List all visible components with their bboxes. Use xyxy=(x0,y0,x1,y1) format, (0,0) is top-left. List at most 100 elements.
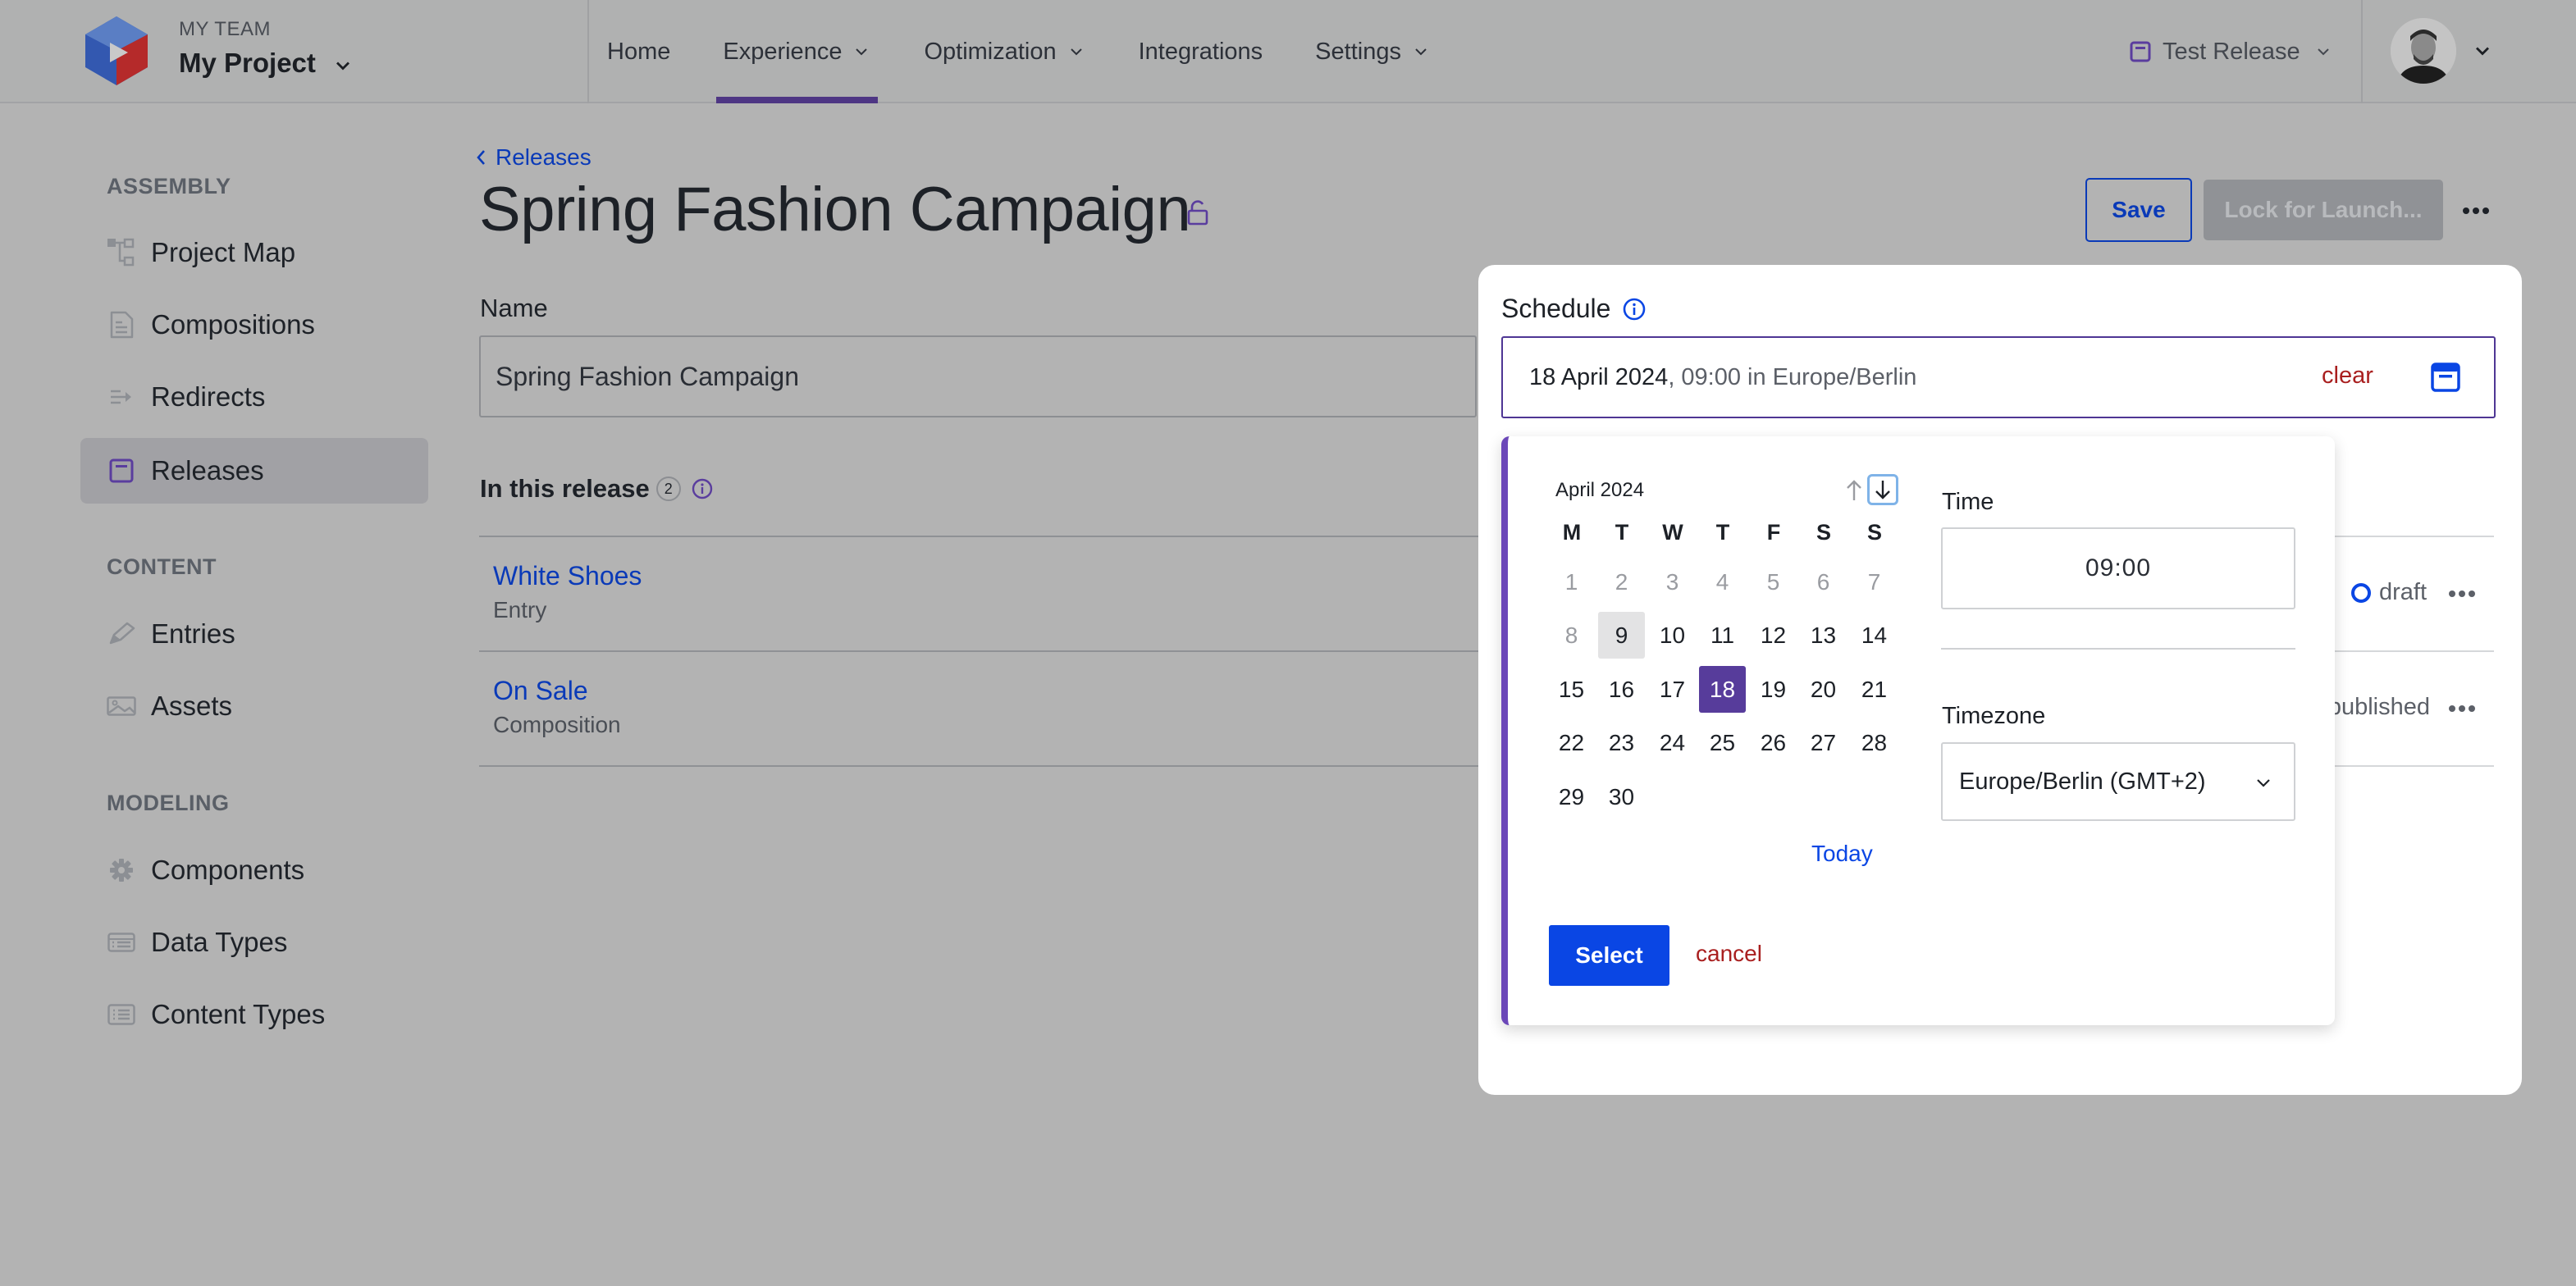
weekday-label: T xyxy=(1715,520,1730,545)
release-picker[interactable]: Test Release xyxy=(2130,33,2333,71)
project-switcher[interactable]: My Project xyxy=(179,48,316,79)
calendar-day[interactable]: 26 xyxy=(1750,719,1797,766)
user-avatar-icon xyxy=(2391,18,2456,84)
nav-settings[interactable]: Settings xyxy=(1299,0,1447,103)
calendar-day[interactable]: 29 xyxy=(1548,773,1595,820)
clear-schedule-button[interactable]: clear xyxy=(2322,363,2373,390)
brand-logo-icon[interactable] xyxy=(82,15,151,87)
team-label: MY TEAM xyxy=(179,18,271,40)
chevron-down-icon xyxy=(856,48,868,56)
calendar-day-today[interactable]: 9 xyxy=(1598,612,1645,659)
weekday-label: T xyxy=(1615,520,1629,545)
sidebar-section-modeling: MODELING xyxy=(107,791,230,815)
sidebar-item-label: Project Map xyxy=(151,237,296,267)
avatar[interactable] xyxy=(2391,18,2456,84)
nav-integrations[interactable]: Integrations xyxy=(1122,0,1280,103)
sidebar-item-project-map[interactable]: Project Map xyxy=(80,220,428,285)
select-button[interactable]: Select xyxy=(1549,925,1669,986)
divider xyxy=(479,536,1480,537)
divider xyxy=(2335,650,2494,652)
save-button[interactable]: Save xyxy=(2085,178,2192,242)
calendar-day: 1 xyxy=(1564,568,1578,595)
main-nav: Home Experience Optimization Integration… xyxy=(591,0,1467,103)
calendar-day[interactable]: 21 xyxy=(1851,666,1898,713)
status-label: published xyxy=(2327,694,2430,720)
release-picker-label: Test Release xyxy=(2163,38,2300,65)
chevron-down-icon xyxy=(1415,48,1427,56)
sidebar-item-data-types[interactable]: Data Types xyxy=(80,910,428,975)
divider xyxy=(587,0,589,103)
sidebar-item-releases[interactable]: Releases xyxy=(80,438,428,504)
divider xyxy=(1941,648,2295,650)
weekday-label: F xyxy=(1766,520,1781,545)
sidebar-item-compositions[interactable]: Compositions xyxy=(80,292,428,358)
calendar-day: 7 xyxy=(1867,568,1881,595)
breadcrumb-releases[interactable]: Releases xyxy=(474,144,591,171)
calendar-day: 6 xyxy=(1816,568,1830,595)
sidebar-item-entries[interactable]: Entries xyxy=(80,601,428,667)
month-label: April 2024 xyxy=(1555,479,1645,501)
calendar-day[interactable]: 10 xyxy=(1649,612,1696,659)
nav-optimization[interactable]: Optimization xyxy=(907,0,1102,103)
calendar-day[interactable]: 27 xyxy=(1800,719,1847,766)
calendar-day[interactable]: 20 xyxy=(1800,666,1847,713)
cancel-button[interactable]: cancel xyxy=(1696,941,1762,967)
today-button[interactable]: Today xyxy=(1811,841,1873,867)
lock-for-launch-button[interactable]: Lock for Launch... xyxy=(2204,180,2443,240)
chevron-down-icon xyxy=(2317,48,2329,56)
list-item-title[interactable]: White Shoes xyxy=(493,561,642,591)
calendar-day[interactable]: 25 xyxy=(1699,719,1746,766)
calendar-day[interactable]: 17 xyxy=(1649,666,1696,713)
more-options-icon[interactable] xyxy=(2448,586,2476,602)
draft-status-icon xyxy=(2351,582,2371,603)
next-month-button[interactable] xyxy=(1867,474,1898,505)
more-options-icon[interactable] xyxy=(2448,700,2476,717)
calendar-day[interactable]: 22 xyxy=(1548,719,1595,766)
sidebar-item-label: Components xyxy=(151,855,305,885)
sitemap-icon xyxy=(107,238,136,267)
list-icon xyxy=(107,1000,136,1029)
nav-label: Integrations xyxy=(1138,38,1263,65)
divider xyxy=(479,765,1480,767)
arrow-up-icon[interactable] xyxy=(1843,477,1866,504)
calendar-day[interactable]: 24 xyxy=(1649,719,1696,766)
item-count-badge: 2 xyxy=(655,477,681,501)
calendar-icon[interactable] xyxy=(2430,362,2461,393)
calendar-day[interactable]: 13 xyxy=(1800,612,1847,659)
info-icon[interactable] xyxy=(1622,297,1647,322)
gear-icon xyxy=(107,855,136,885)
nav-experience[interactable]: Experience xyxy=(706,0,888,103)
unlock-icon[interactable] xyxy=(1186,199,1209,226)
calendar-day[interactable]: 12 xyxy=(1750,612,1797,659)
list-item-title[interactable]: On Sale xyxy=(493,676,588,706)
sidebar-item-components[interactable]: Components xyxy=(80,837,428,903)
calendar-day: 4 xyxy=(1715,568,1729,595)
sidebar-item-content-types[interactable]: Content Types xyxy=(80,982,428,1047)
calendar-day[interactable]: 15 xyxy=(1548,666,1595,713)
calendar-icon xyxy=(2130,41,2151,62)
timezone-select[interactable]: Europe/Berlin (GMT+2) xyxy=(1941,742,2295,821)
more-options-icon[interactable] xyxy=(2461,198,2491,223)
nav-home[interactable]: Home xyxy=(591,0,687,103)
calendar-day[interactable]: 19 xyxy=(1750,666,1797,713)
name-input[interactable]: Spring Fashion Campaign xyxy=(479,335,1477,417)
calendar-day[interactable]: 23 xyxy=(1598,719,1645,766)
calendar-day[interactable]: 16 xyxy=(1598,666,1645,713)
calendar-day[interactable]: 30 xyxy=(1598,773,1645,820)
calendar-day[interactable]: 14 xyxy=(1851,612,1898,659)
time-label: Time xyxy=(1942,489,1994,515)
calendar-day[interactable]: 11 xyxy=(1699,612,1746,659)
info-icon[interactable] xyxy=(691,477,714,500)
sidebar-item-assets[interactable]: Assets xyxy=(80,673,428,739)
time-input[interactable]: 09:00 xyxy=(1941,527,2295,609)
chevron-down-icon xyxy=(2257,779,2270,787)
chevron-down-icon xyxy=(1070,48,1082,56)
calendar-day[interactable]: 28 xyxy=(1851,719,1898,766)
sidebar-item-redirects[interactable]: Redirects xyxy=(80,364,428,430)
chevron-down-icon[interactable] xyxy=(331,54,354,77)
top-bar: MY TEAM My Project Home Experience Optim… xyxy=(0,0,2576,103)
sidebar-item-label: Entries xyxy=(151,618,235,649)
chevron-down-icon[interactable] xyxy=(2471,39,2494,62)
arrow-down-icon xyxy=(1875,481,1890,499)
calendar-day-selected[interactable]: 18 xyxy=(1699,666,1746,713)
